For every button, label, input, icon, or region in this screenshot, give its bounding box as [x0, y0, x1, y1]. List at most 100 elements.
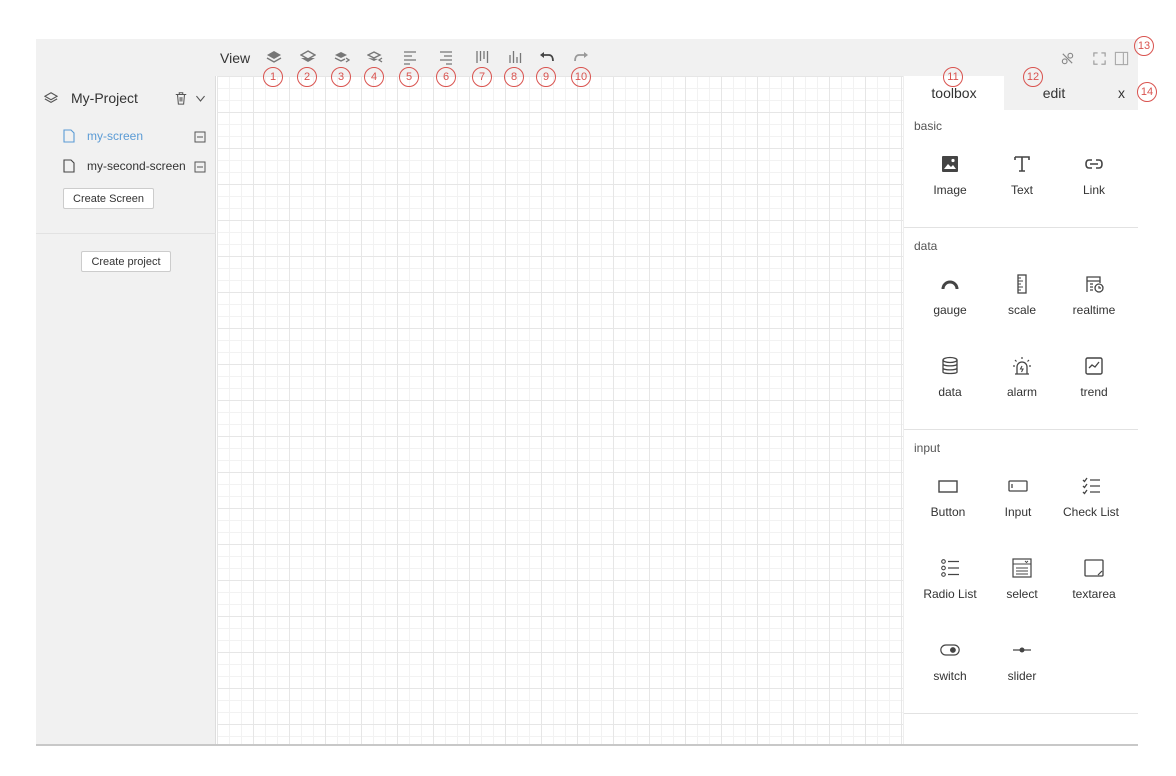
distribute-vertical-icon[interactable] [506, 48, 524, 66]
document-icon [63, 129, 75, 143]
create-screen-button[interactable]: Create Screen [63, 188, 154, 209]
callout-marker: 8 [504, 67, 524, 87]
minimize-icon[interactable] [194, 160, 206, 173]
realtime-icon [1084, 274, 1104, 294]
alarm-icon [1012, 356, 1032, 376]
tool-button[interactable]: Button [912, 468, 984, 528]
callout-marker: 5 [399, 67, 419, 87]
gauge-icon [940, 274, 960, 294]
callout-marker: 4 [364, 67, 384, 87]
project-name: My-Project [71, 90, 138, 106]
redo-icon[interactable] [572, 48, 590, 66]
screen-item-my-second-screen[interactable]: my-second-screen [36, 152, 216, 180]
panel-tabs: toolbox edit x [904, 76, 1138, 110]
document-icon [63, 159, 75, 173]
image-icon [940, 154, 960, 174]
undo-icon[interactable] [538, 48, 556, 66]
tool-input[interactable]: Input [982, 468, 1054, 528]
scale-icon [1012, 274, 1032, 294]
tool-scale[interactable]: scale [986, 266, 1058, 326]
tool-check-list[interactable]: Check List [1055, 468, 1127, 528]
tab-close[interactable]: x [1104, 76, 1138, 110]
layer-up-icon[interactable] [265, 48, 283, 66]
section-divider [904, 713, 1138, 714]
trend-icon [1084, 356, 1104, 376]
tab-edit[interactable]: edit [1004, 76, 1104, 110]
tool-slider[interactable]: slider [986, 632, 1058, 692]
disconnect-icon[interactable] [1058, 49, 1076, 67]
tool-label: Image [933, 183, 967, 197]
section-divider [904, 227, 1138, 228]
panel-toggle-icon[interactable] [1112, 49, 1130, 67]
button-icon [938, 476, 958, 496]
callout-marker: 13 [1134, 36, 1154, 56]
tool-label: scale [1007, 303, 1036, 317]
switch-icon [940, 640, 960, 660]
slider-icon [1012, 640, 1032, 660]
layer-down-icon[interactable] [299, 48, 317, 66]
tool-image[interactable]: Image [914, 146, 986, 206]
database-icon [940, 356, 960, 376]
screen-label: my-second-screen [87, 159, 186, 173]
tool-label: select [1006, 587, 1038, 601]
tool-label: switch [933, 669, 967, 683]
editor-canvas[interactable] [217, 76, 903, 744]
callout-marker: 9 [536, 67, 556, 87]
tool-realtime[interactable]: realtime [1058, 266, 1130, 326]
callout-marker: 14 [1137, 82, 1157, 102]
screen-label: my-screen [87, 129, 144, 143]
callout-marker: 3 [331, 67, 351, 87]
tool-select[interactable]: select [986, 550, 1058, 610]
callout-marker: 2 [297, 67, 317, 87]
callout-marker: 6 [436, 67, 456, 87]
callout-marker: 10 [571, 67, 591, 87]
chevron-down-icon[interactable] [194, 92, 207, 105]
tool-text[interactable]: Text [986, 146, 1058, 206]
section-title-input: input [914, 441, 941, 455]
align-left-icon[interactable] [401, 48, 419, 66]
tool-gauge[interactable]: gauge [914, 266, 986, 326]
toolbox-panel: toolbox edit x basic Image Text Link dat… [903, 76, 1138, 744]
sidebar-divider [36, 233, 216, 234]
textarea-icon [1084, 558, 1104, 578]
section-divider [904, 429, 1138, 430]
bring-forward-icon[interactable] [333, 48, 351, 66]
section-title-data: data [914, 239, 938, 253]
tool-label: alarm [1006, 385, 1037, 399]
tool-label: trend [1080, 385, 1108, 399]
send-backward-icon[interactable] [366, 48, 384, 66]
tool-data[interactable]: data [914, 348, 986, 408]
callout-marker: 7 [472, 67, 492, 87]
input-icon [1008, 476, 1028, 496]
distribute-horizontal-icon[interactable] [473, 48, 491, 66]
tool-label: realtime [1072, 303, 1116, 317]
tool-label: Button [930, 505, 966, 519]
text-icon [1012, 154, 1032, 174]
tool-label: Text [1010, 183, 1033, 197]
callout-marker: 12 [1023, 67, 1043, 87]
callout-marker: 11 [943, 67, 963, 87]
align-right-icon[interactable] [437, 48, 455, 66]
tool-label: Check List [1062, 505, 1120, 519]
tool-textarea[interactable]: textarea [1058, 550, 1130, 610]
tool-trend[interactable]: trend [1058, 348, 1130, 408]
view-menu[interactable]: View [220, 50, 250, 66]
tool-label: gauge [933, 303, 967, 317]
tool-label: Input [1004, 505, 1032, 519]
screen-item-my-screen[interactable]: my-screen [36, 122, 216, 150]
tool-link[interactable]: Link [1058, 146, 1130, 206]
tool-radio-list[interactable]: Radio List [914, 550, 986, 610]
trash-icon[interactable] [174, 91, 188, 105]
select-icon [1012, 558, 1032, 578]
project-sidebar: My-Project my-screen my-second-screen Cr… [36, 76, 216, 744]
section-title-basic: basic [914, 119, 943, 133]
tool-label: data [938, 385, 962, 399]
app-window: View My-Project my-screen my-second-scre… [36, 39, 1138, 746]
tool-alarm[interactable]: alarm [986, 348, 1058, 408]
radiolist-icon [940, 558, 960, 578]
tool-switch[interactable]: switch [914, 632, 986, 692]
project-row[interactable]: My-Project [36, 76, 216, 120]
create-project-button[interactable]: Create project [81, 251, 171, 272]
minimize-icon[interactable] [194, 130, 206, 143]
fullscreen-icon[interactable] [1090, 49, 1108, 67]
